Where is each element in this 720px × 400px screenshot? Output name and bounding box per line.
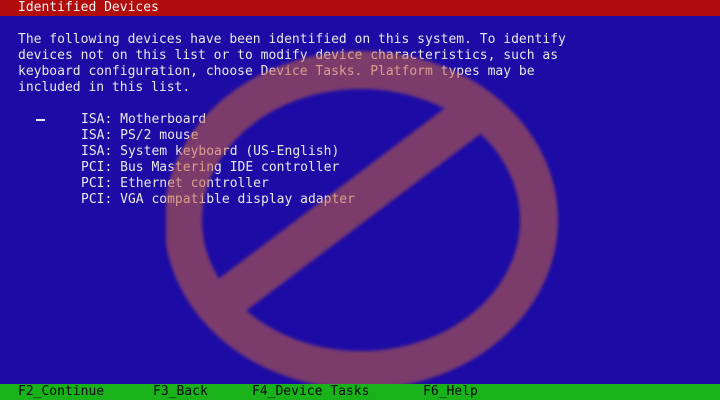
device-tasks-button[interactable]: F4_Device Tasks (252, 384, 369, 400)
device-item-ps2-mouse[interactable]: ISA: PS/2 mouse (81, 128, 355, 144)
device-list: ISA: Motherboard ISA: PS/2 mouse ISA: Sy… (81, 112, 355, 208)
back-button[interactable]: F3_Back (153, 384, 208, 400)
device-item-keyboard[interactable]: ISA: System keyboard (US-English) (81, 144, 355, 160)
prohibited-icon (166, 51, 558, 389)
device-item-motherboard[interactable]: ISA: Motherboard (81, 112, 355, 128)
intro-line: included in this list. (18, 80, 191, 95)
installer-screen: Identified Devices The following devices… (0, 0, 720, 400)
intro-line: keyboard configuration, choose Device Ta… (18, 64, 535, 79)
intro-line: The following devices have been identifi… (18, 32, 566, 47)
screen-title: Identified Devices (0, 0, 720, 16)
selection-cursor (36, 119, 45, 121)
help-button[interactable]: F6_Help (423, 384, 478, 400)
device-item-ide-controller[interactable]: PCI: Bus Mastering IDE controller (81, 160, 355, 176)
device-item-vga-adapter[interactable]: PCI: VGA compatible display adapter (81, 192, 355, 208)
device-item-ethernet-controller[interactable]: PCI: Ethernet controller (81, 176, 355, 192)
intro-line: devices not on this list or to modify de… (18, 48, 559, 63)
function-key-bar: F2_Continue F3_Back F4_Device Tasks F6_H… (0, 384, 720, 400)
intro-text: The following devices have been identifi… (18, 32, 698, 96)
continue-button[interactable]: F2_Continue (18, 384, 104, 400)
